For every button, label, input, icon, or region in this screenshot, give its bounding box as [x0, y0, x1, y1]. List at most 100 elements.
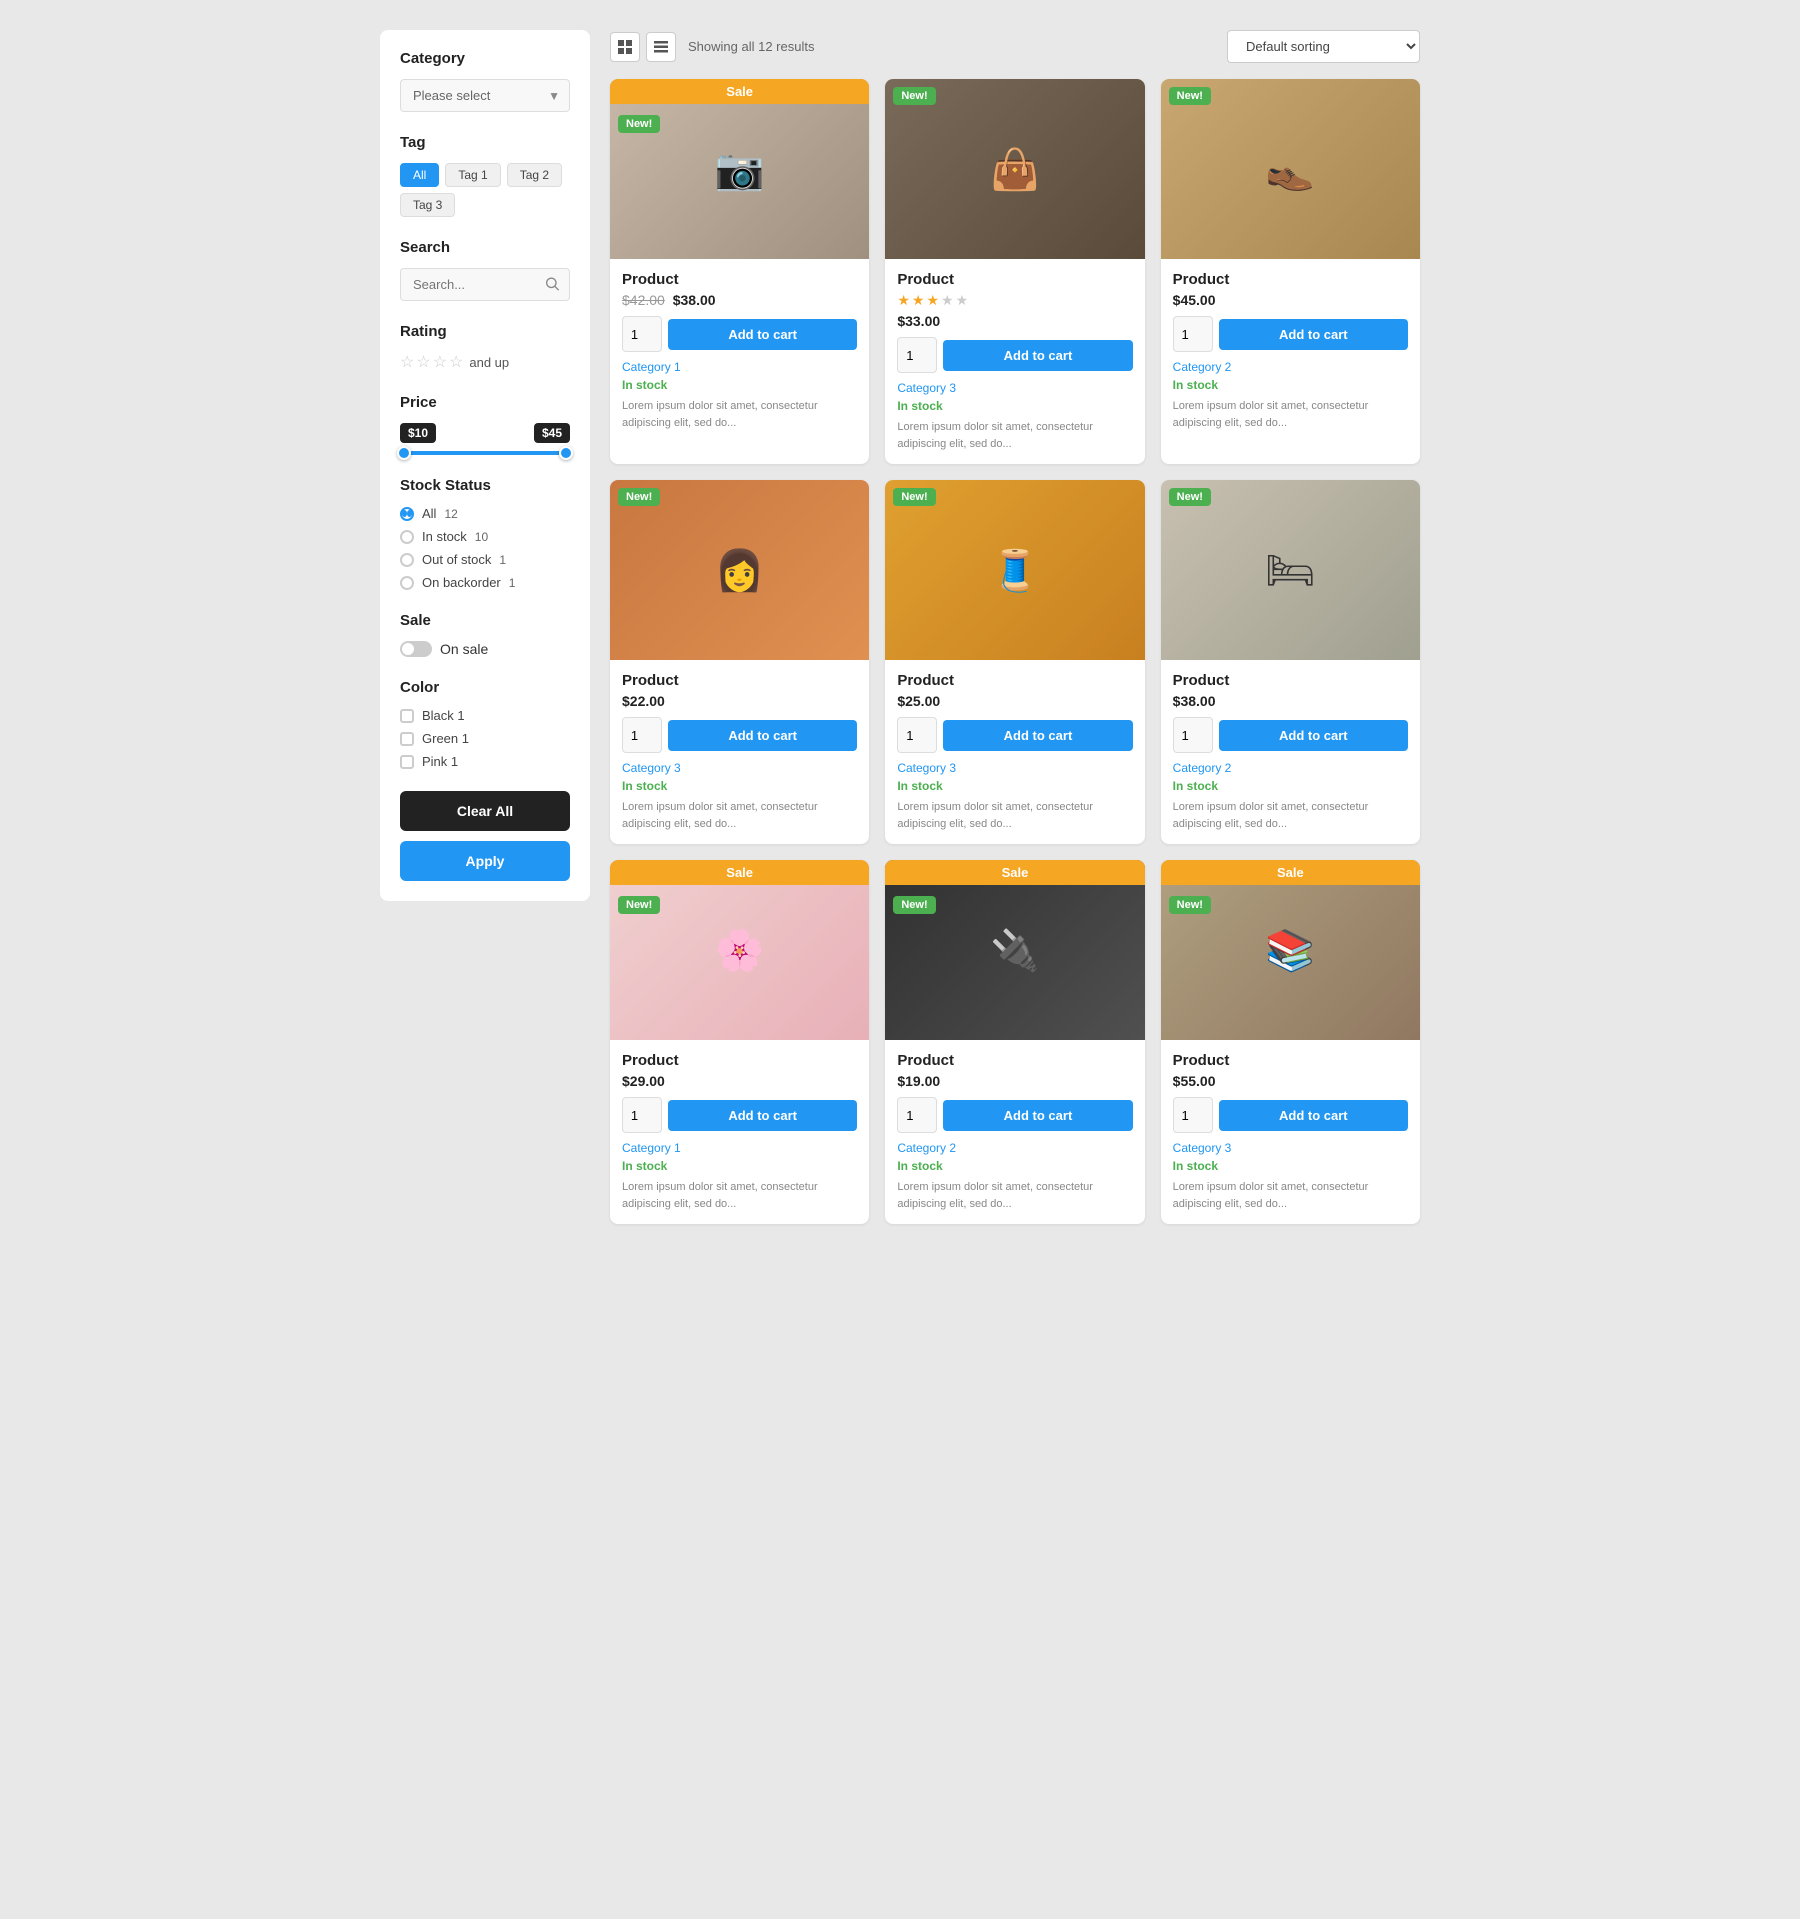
stock-option-all[interactable]: All 12	[400, 506, 570, 521]
color-check-black	[400, 709, 414, 723]
add-to-cart-btn-5[interactable]: Add to cart	[943, 720, 1132, 751]
add-to-cart-btn-4[interactable]: Add to cart	[668, 720, 857, 751]
apply-button[interactable]: Apply	[400, 841, 570, 881]
product-category-3[interactable]: Category 2	[1173, 360, 1408, 374]
product-info-3: Product $45.00 Add to cart Category 2 In…	[1161, 259, 1420, 443]
price-new-7: $29.00	[622, 1073, 665, 1089]
qty-input-7[interactable]	[622, 1097, 662, 1133]
product-image-wrap-1: 📷 Sale New!	[610, 79, 869, 259]
tag-btn-1[interactable]: Tag 1	[445, 163, 500, 187]
product-card-9: 📚 Sale New! Product $55.00 Add to cart C…	[1161, 860, 1420, 1224]
product-category-7[interactable]: Category 1	[622, 1141, 857, 1155]
sale-badge-9: Sale	[1161, 860, 1420, 885]
sidebar-price-section: Price $10 $45	[400, 394, 570, 455]
add-to-cart-btn-6[interactable]: Add to cart	[1219, 720, 1408, 751]
sidebar-color-section: Color Black 1 Green 1 Pink 1	[400, 679, 570, 769]
qty-input-4[interactable]	[622, 717, 662, 753]
qty-input-2[interactable]	[897, 337, 937, 373]
sidebar-search-section: Search	[400, 239, 570, 301]
stock-all-label: All	[422, 506, 436, 521]
qty-input-8[interactable]	[897, 1097, 937, 1133]
color-black-label: Black 1	[422, 708, 465, 723]
price-handle-min[interactable]	[397, 446, 411, 460]
tag-btn-2[interactable]: Tag 2	[507, 163, 562, 187]
qty-input-5[interactable]	[897, 717, 937, 753]
price-slider-fill	[404, 451, 566, 455]
qty-input-6[interactable]	[1173, 717, 1213, 753]
product-name-9: Product	[1173, 1052, 1408, 1069]
qty-input-9[interactable]	[1173, 1097, 1213, 1133]
price-slider-track[interactable]	[404, 451, 566, 455]
product-desc-9: Lorem ipsum dolor sit amet, consectetur …	[1173, 1179, 1408, 1212]
product-category-4[interactable]: Category 3	[622, 761, 857, 775]
star-2: ☆	[416, 352, 430, 372]
price-new-2: $33.00	[897, 313, 940, 329]
stock-backorder-count: 1	[509, 576, 516, 590]
star-rating-2: ★ ★ ★ ★ ★	[897, 292, 1132, 309]
add-to-cart-btn-8[interactable]: Add to cart	[943, 1100, 1132, 1131]
price-new-1: $38.00	[673, 292, 716, 308]
add-to-cart-btn-9[interactable]: Add to cart	[1219, 1100, 1408, 1131]
color-check-green	[400, 732, 414, 746]
sale-toggle[interactable]	[400, 641, 432, 657]
list-view-button[interactable]	[646, 32, 676, 62]
product-image-wrap-2: 👜 New!	[885, 79, 1144, 259]
color-item-pink[interactable]: Pink 1	[400, 754, 570, 769]
product-stock-5: In stock	[897, 779, 1132, 793]
product-card-4: 👩 New! Product $22.00 Add to cart Catego…	[610, 480, 869, 844]
product-card-3: 👞 New! Product $45.00 Add to cart Catego…	[1161, 79, 1420, 464]
add-to-cart-btn-3[interactable]: Add to cart	[1219, 319, 1408, 350]
view-icons	[610, 32, 676, 62]
price-new-3: $45.00	[1173, 292, 1216, 308]
price-new-4: $22.00	[622, 693, 665, 709]
clear-all-button[interactable]: Clear All	[400, 791, 570, 831]
product-image-wrap-9: 📚 Sale New!	[1161, 860, 1420, 1040]
product-category-9[interactable]: Category 3	[1173, 1141, 1408, 1155]
product-image-9: 📚	[1161, 860, 1420, 1040]
sort-select[interactable]: Default sorting Sort by popularity Sort …	[1227, 30, 1420, 63]
tag-btn-all[interactable]: All	[400, 163, 439, 187]
tag-btn-3[interactable]: Tag 3	[400, 193, 455, 217]
star-filled-1: ★	[897, 292, 910, 309]
product-category-1[interactable]: Category 1	[622, 360, 857, 374]
stock-option-backorder[interactable]: On backorder 1	[400, 575, 570, 590]
tag-list: All Tag 1 Tag 2 Tag 3	[400, 163, 570, 217]
stock-option-outofstock[interactable]: Out of stock 1	[400, 552, 570, 567]
color-list: Black 1 Green 1 Pink 1	[400, 708, 570, 769]
qty-input-3[interactable]	[1173, 316, 1213, 352]
product-stock-9: In stock	[1173, 1159, 1408, 1173]
add-to-cart-btn-7[interactable]: Add to cart	[668, 1100, 857, 1131]
price-handle-max[interactable]	[559, 446, 573, 460]
color-item-black[interactable]: Black 1	[400, 708, 570, 723]
stock-option-instock[interactable]: In stock 10	[400, 529, 570, 544]
product-image-7: 🌸	[610, 860, 869, 1040]
add-to-cart-btn-1[interactable]: Add to cart	[668, 319, 857, 350]
add-to-cart-row-8: Add to cart	[897, 1097, 1132, 1133]
product-category-8[interactable]: Category 2	[897, 1141, 1132, 1155]
product-name-4: Product	[622, 672, 857, 689]
product-desc-6: Lorem ipsum dolor sit amet, consectetur …	[1173, 799, 1408, 832]
product-category-2[interactable]: Category 3	[897, 381, 1132, 395]
product-category-5[interactable]: Category 3	[897, 761, 1132, 775]
grid-view-button[interactable]	[610, 32, 640, 62]
search-icon-button[interactable]	[544, 275, 560, 294]
rating-stars[interactable]: ☆ ☆ ☆ ☆	[400, 352, 463, 372]
add-to-cart-row-5: Add to cart	[897, 717, 1132, 753]
product-image-8: 🔌	[885, 860, 1144, 1040]
qty-input-1[interactable]	[622, 316, 662, 352]
product-desc-2: Lorem ipsum dolor sit amet, consectetur …	[897, 419, 1132, 452]
color-item-green[interactable]: Green 1	[400, 731, 570, 746]
product-info-9: Product $55.00 Add to cart Category 3 In…	[1161, 1040, 1420, 1224]
price-new-9: $55.00	[1173, 1073, 1216, 1089]
category-select[interactable]: Please select	[400, 79, 570, 112]
product-image-wrap-4: 👩 New!	[610, 480, 869, 660]
sale-badge-8: Sale	[885, 860, 1144, 885]
product-category-6[interactable]: Category 2	[1173, 761, 1408, 775]
add-to-cart-btn-2[interactable]: Add to cart	[943, 340, 1132, 371]
new-badge-9: New!	[1169, 896, 1211, 914]
product-desc-7: Lorem ipsum dolor sit amet, consectetur …	[622, 1179, 857, 1212]
star-1: ☆	[400, 352, 414, 372]
sale-badge-7: Sale	[610, 860, 869, 885]
product-stock-8: In stock	[897, 1159, 1132, 1173]
add-to-cart-row-1: Add to cart	[622, 316, 857, 352]
